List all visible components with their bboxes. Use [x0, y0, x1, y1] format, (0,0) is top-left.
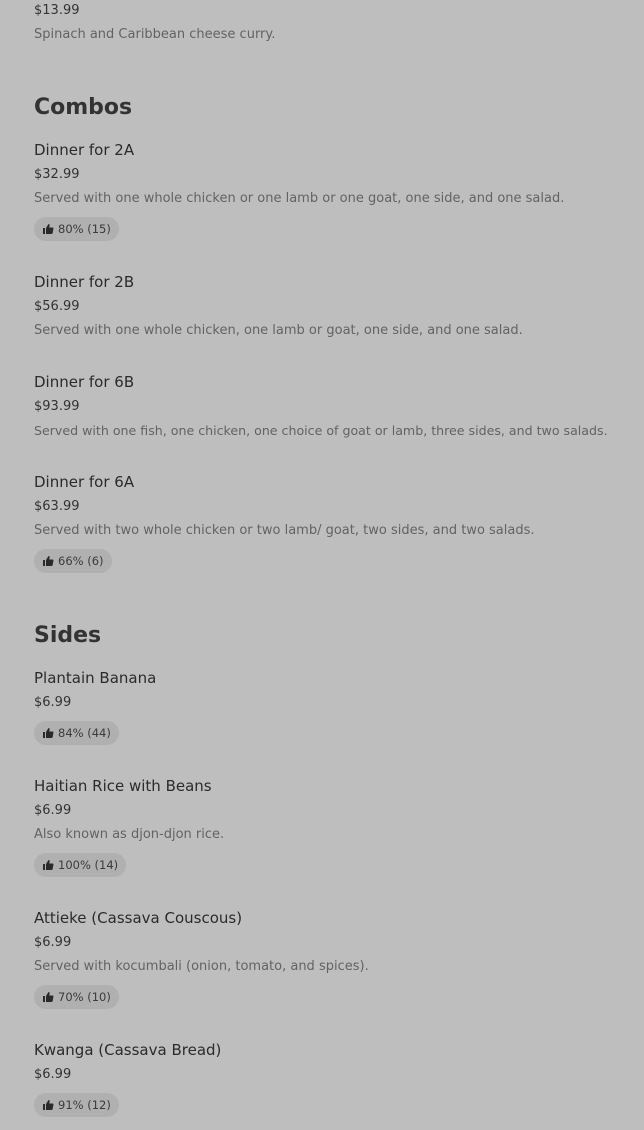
- item-price: $13.99: [34, 3, 80, 18]
- rating-badge: 100% (14): [34, 853, 127, 877]
- item-price: $93.99: [34, 399, 80, 414]
- item-description: Served with kocumbali (onion, tomato, an…: [34, 959, 369, 974]
- item-title[interactable]: Attieke (Cassava Couscous): [34, 907, 242, 929]
- item-price: $56.99: [34, 299, 80, 314]
- thumbs-up-icon: [43, 556, 54, 566]
- section-title-combos: Combos: [34, 95, 133, 120]
- item-description: Served with two whole chicken or two lam…: [34, 523, 535, 538]
- item-description: Served with one whole chicken, one lamb …: [34, 323, 523, 338]
- item-title[interactable]: Dinner for 6B: [34, 371, 134, 393]
- rating-badge: 91% (12): [34, 1093, 119, 1117]
- item-price: $32.99: [34, 167, 80, 182]
- item-title[interactable]: Kwanga (Cassava Bread): [34, 1039, 221, 1061]
- thumbs-up-icon: [43, 860, 54, 870]
- item-title[interactable]: Dinner for 2A: [34, 139, 134, 161]
- item-description: Served with one whole chicken or one lam…: [34, 191, 565, 206]
- rating-badge: 70% (10): [34, 985, 119, 1009]
- item-title[interactable]: Dinner for 6A: [34, 471, 134, 493]
- thumbs-up-icon: [43, 1100, 54, 1110]
- item-price: $63.99: [34, 499, 80, 514]
- rating-badge: 84% (44): [34, 721, 119, 745]
- rating-text: 100% (14): [58, 858, 119, 872]
- item-description: Served with one fish, one chicken, one c…: [34, 423, 608, 438]
- thumbs-up-icon: [43, 224, 54, 234]
- rating-text: 70% (10): [58, 990, 111, 1004]
- item-title[interactable]: Haitian Rice with Beans: [34, 775, 212, 797]
- rating-text: 84% (44): [58, 726, 111, 740]
- item-price: $6.99: [34, 695, 72, 710]
- item-title[interactable]: Dinner for 2B: [34, 271, 134, 293]
- rating-text: 80% (15): [58, 222, 111, 236]
- thumbs-up-icon: [43, 728, 54, 738]
- rating-text: 66% (6): [58, 554, 104, 568]
- item-price: $6.99: [34, 1067, 72, 1082]
- item-price: $6.99: [34, 935, 72, 950]
- item-description: Spinach and Caribbean cheese curry.: [34, 27, 276, 42]
- thumbs-up-icon: [43, 992, 54, 1002]
- item-title[interactable]: Plantain Banana: [34, 667, 156, 689]
- rating-badge: 66% (6): [34, 549, 112, 573]
- item-price: $6.99: [34, 803, 72, 818]
- rating-badge: 80% (15): [34, 217, 119, 241]
- section-title-sides: Sides: [34, 623, 102, 648]
- rating-text: 91% (12): [58, 1098, 111, 1112]
- item-description: Also known as djon-djon rice.: [34, 827, 225, 842]
